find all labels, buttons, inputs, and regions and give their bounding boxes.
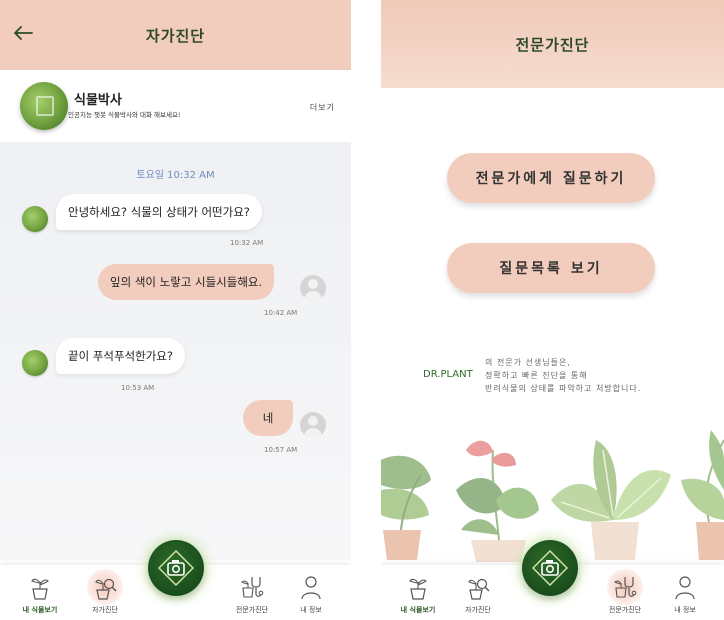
brand-name: DR.PLANT [423,369,473,380]
camera-icon [532,550,568,586]
nav-self-diagnosis[interactable]: 자가진단 [443,565,513,620]
message-time: 10:57 AM [264,446,298,454]
plant-pot-icon [409,578,427,600]
message-time: 10:32 AM [230,239,264,247]
bot-avatar [22,350,48,376]
back-arrow-icon[interactable] [12,22,34,44]
bot-avatar [22,206,48,232]
plant-search-icon [95,578,117,600]
description-line: 정확하고 빠른 진단을 통해 [485,371,588,380]
user-icon [301,576,321,600]
nav-label: 자가진단 [92,606,118,614]
message-bubble-bot: 끝이 푸석푸석한가요? [56,338,185,374]
stethoscope-icon [241,577,264,598]
more-link[interactable]: 더보기 [310,102,335,113]
camera-icon [158,550,194,586]
page-title: 자가진단 [145,26,206,45]
screen-divider [351,0,381,620]
expert-description: 의 전문가 선생님들은, 정확하고 빠른 진단을 통해 반려식물의 상태를 파악… [485,356,641,395]
plant-pot-icon [31,578,49,600]
camera-button[interactable] [148,540,204,596]
question-list-button[interactable]: 질문목록 보기 [447,243,655,293]
date-label: 토요일 10:32 AM [136,170,215,181]
stethoscope-icon [614,577,637,598]
chatbot-avatar [20,82,68,130]
message-bubble-bot: 안녕하세요? 식물의 상태가 어떤가요? [56,194,262,230]
user-avatar [300,275,326,301]
user-avatar [300,412,326,438]
plant-search-icon [468,578,490,600]
nav-my-info[interactable]: 내 정보 [276,565,346,620]
header: 자가진단 [0,0,351,70]
nav-label: 자가진단 [465,606,491,614]
description-line: 의 전문가 선생님들은, [485,358,571,367]
nav-self-diagnosis[interactable]: 자가진단 [70,565,140,620]
nav-label: 내 정보 [674,606,696,614]
nav-my-plants[interactable]: 내 식물보기 [5,565,75,620]
description-line: 반려식물의 상태를 파악하고 처방합니다. [485,384,642,393]
chatbot-profile: 식물박사 인공지능 챗봇 식물박사와 대화 해보세요! 더보기 [0,70,351,142]
header: 전문가진단 [381,0,724,88]
page-title: 전문가진단 [515,35,590,54]
chatbot-subtitle: 인공지능 챗봇 식물박사와 대화 해보세요! [68,111,181,119]
chat-area[interactable]: 토요일 10:32 AM 안녕하세요? 식물의 상태가 어떤가요? 10:32 … [0,142,351,560]
message-bubble-user: 잎의 색이 노랗고 시들시들해요. [98,264,275,300]
nav-my-info[interactable]: 내 정보 [650,565,720,620]
expert-diagnosis-screen: 전문가진단 전문가에게 질문하기 질문목록 보기 DR.PLANT 의 전문가 … [381,0,724,620]
message-time: 10:53 AM [121,384,155,392]
nav-label: 내 정보 [300,606,322,614]
message-bubble-user: 네 [243,400,293,436]
camera-button[interactable] [522,540,578,596]
self-diagnosis-screen: 자가진단 식물박사 인공지능 챗봇 식물박사와 대화 해보세요! 더보기 토요일… [0,0,351,620]
ask-expert-button[interactable]: 전문가에게 질문하기 [447,153,655,203]
nav-label: 내 식물보기 [22,606,58,614]
user-icon [675,576,695,600]
chatbot-name: 식물박사 [74,93,122,108]
message-time: 10:42 AM [264,309,298,317]
